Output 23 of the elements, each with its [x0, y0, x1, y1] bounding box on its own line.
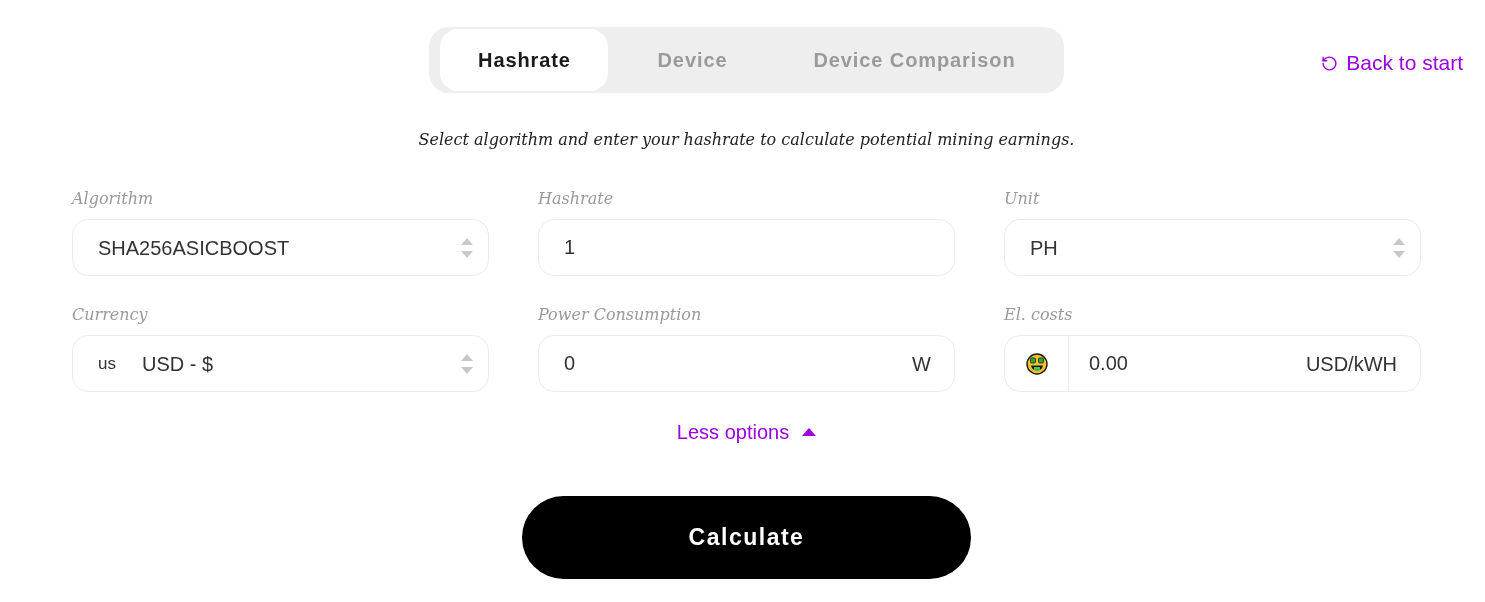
back-to-start-link[interactable]: Back to start — [1321, 51, 1463, 75]
calculate-button[interactable]: Calculate — [522, 496, 971, 579]
field-label: El. costs — [1004, 305, 1074, 325]
tab[interactable]: Hashrate — [440, 29, 609, 91]
select-field[interactable]: SHA256ASICBOOST — [72, 219, 489, 276]
up-down-arrows-icon — [461, 353, 473, 374]
field-label: Hashrate — [538, 189, 615, 209]
up-down-arrows-icon — [461, 237, 473, 258]
emoji-face-icon — [1025, 352, 1048, 375]
flag-code: us — [98, 352, 116, 375]
select-field[interactable]: PH — [1004, 219, 1421, 276]
field-label: Algorithm — [72, 189, 155, 209]
input-field[interactable]: 1 — [538, 219, 955, 276]
field-label: Power Consumption — [538, 305, 703, 325]
circular-arrow-icon — [1321, 54, 1339, 72]
unit-label: USD/kWH — [1305, 351, 1397, 376]
less-options-toggle[interactable]: Less options — [676, 420, 817, 444]
select-field[interactable]: us USD - $ — [72, 335, 489, 392]
field-label: Unit — [1004, 189, 1041, 209]
subtitle-text: Select algorithm and enter your hashrate to calculate potential mining earnings. — [418, 130, 1075, 149]
unit-label: W — [912, 351, 931, 376]
up-down-arrows-icon — [1393, 237, 1405, 258]
field-label: Currency — [72, 305, 149, 325]
